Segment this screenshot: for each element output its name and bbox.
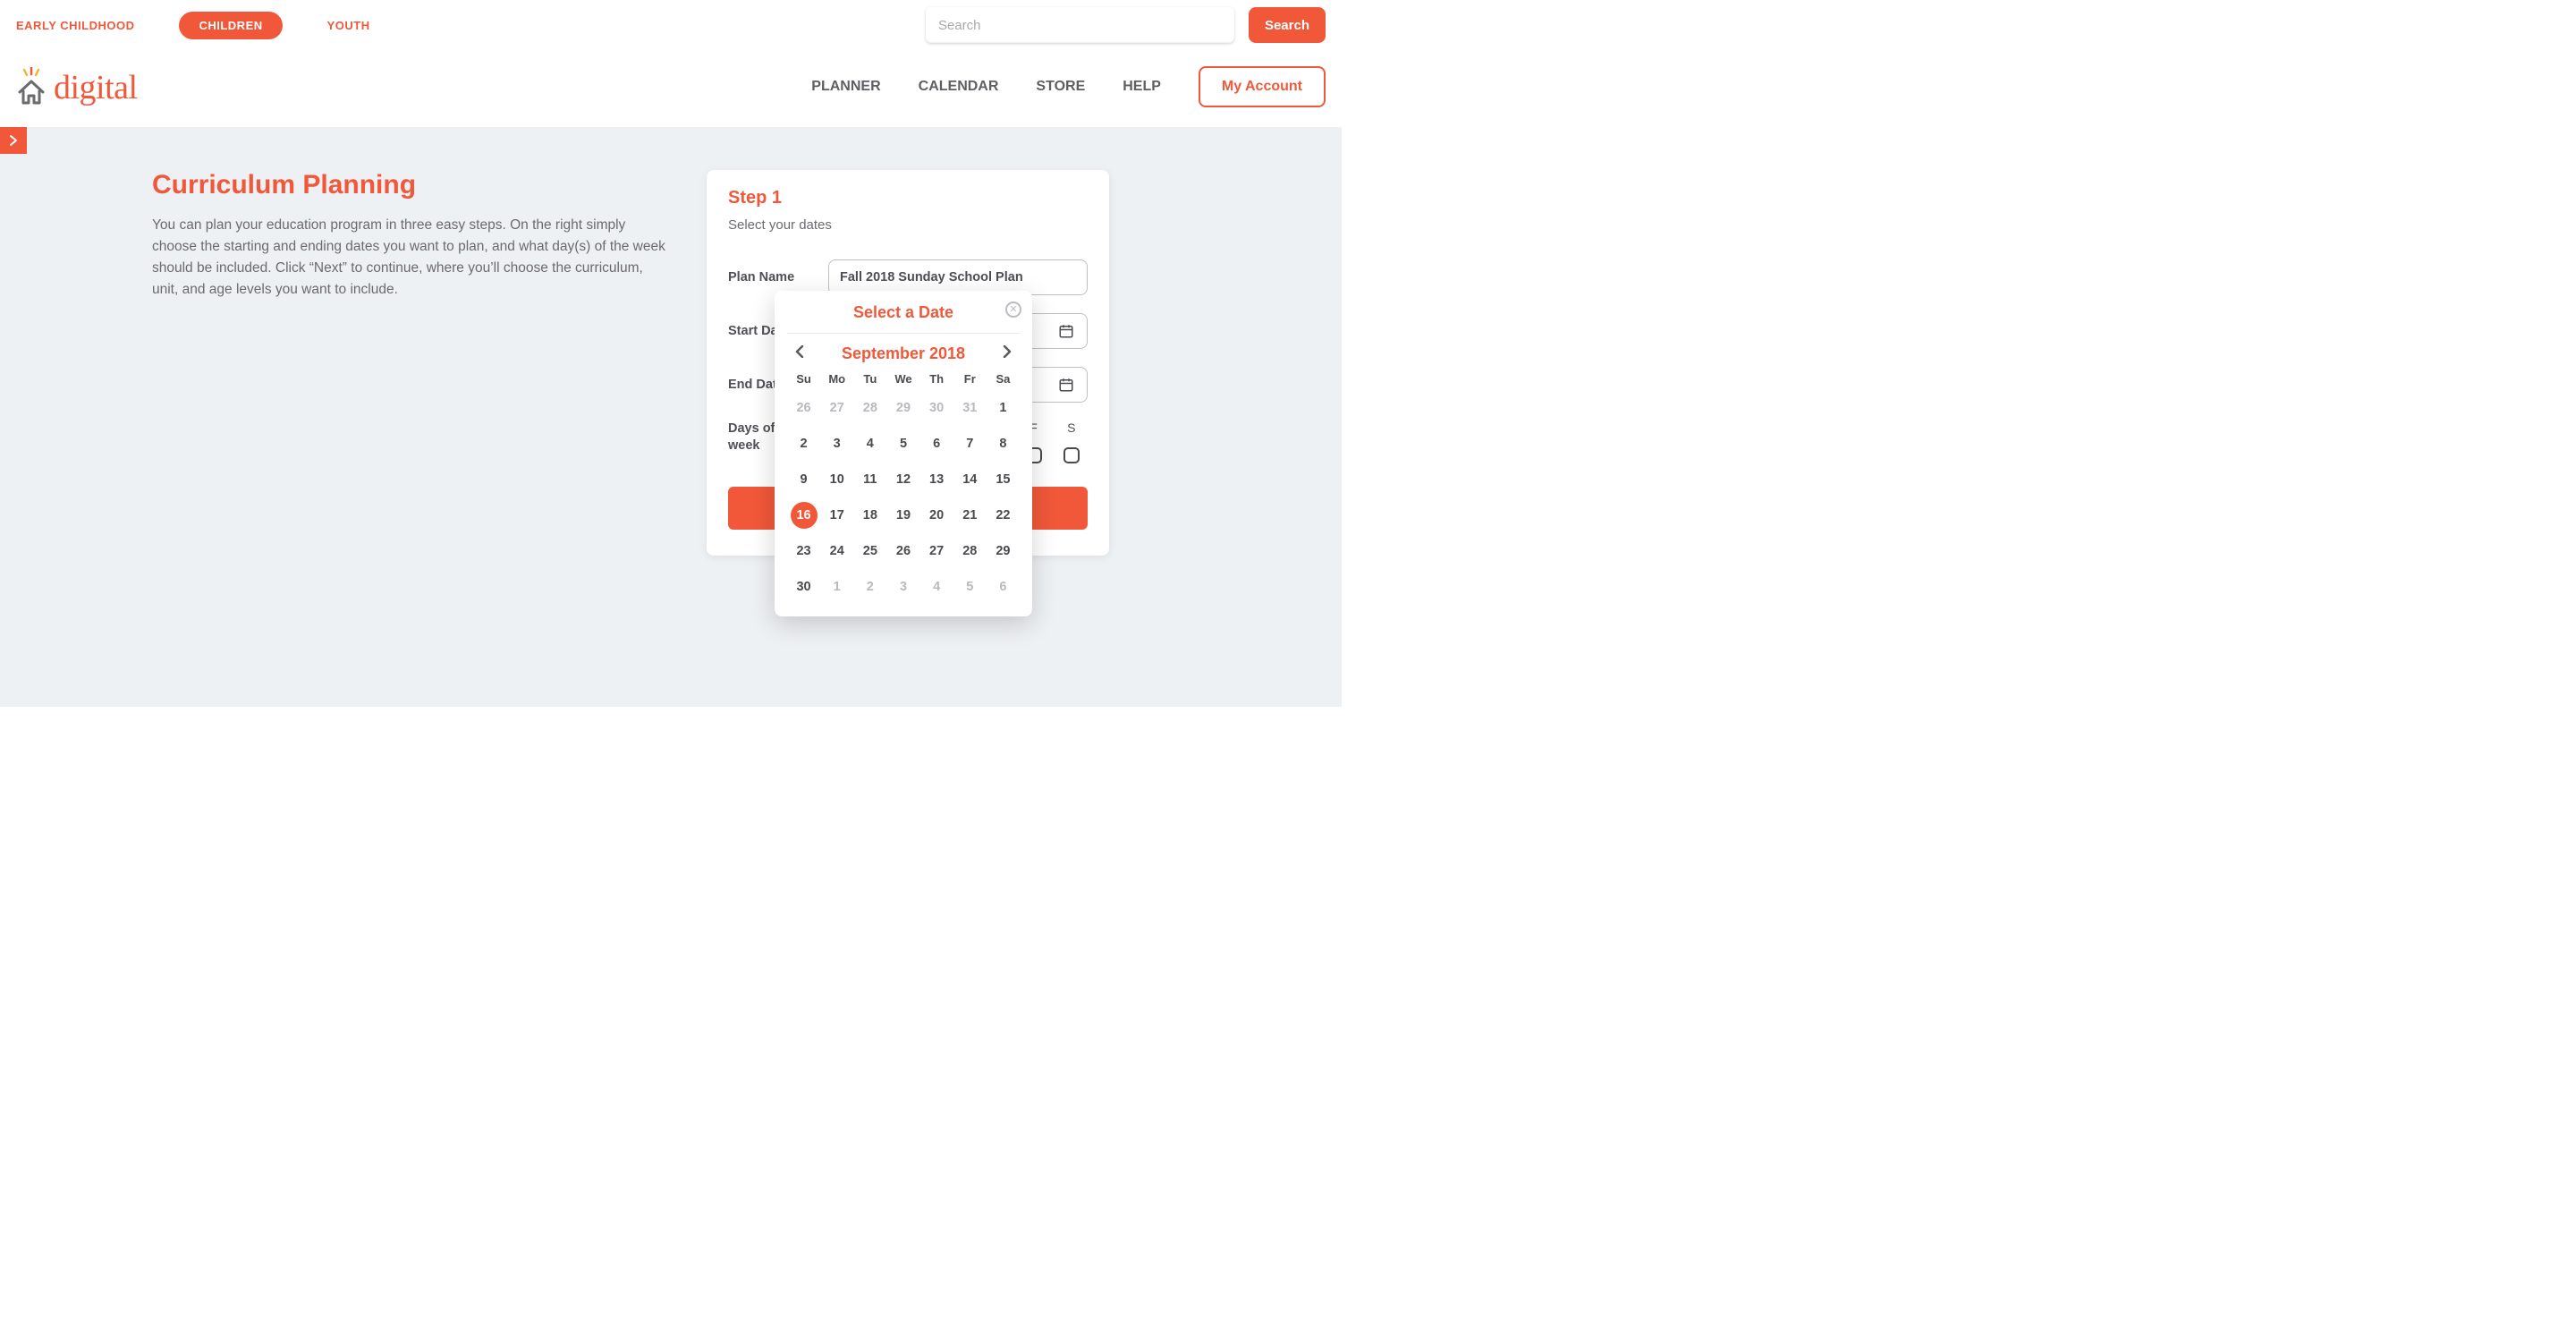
datepicker-month-label: September 2018	[842, 344, 965, 363]
main-nav-item[interactable]: HELP	[1123, 79, 1161, 95]
chevron-right-icon	[1003, 345, 1012, 358]
audience-tab[interactable]: CHILDREN	[179, 12, 282, 39]
page-title: Curriculum Planning	[152, 170, 671, 200]
search-input[interactable]	[926, 7, 1234, 43]
main-nav: digital PLANNER CALENDAR STORE HELP My Accou…	[0, 50, 1342, 127]
datepicker-popover: Select a Date ✕ September 2018 SuMoTuWeT…	[775, 291, 1032, 616]
close-icon: ✕	[1009, 305, 1017, 315]
datepicker-day[interactable]: 4	[857, 430, 884, 457]
main-nav-item[interactable]: CALENDAR	[919, 79, 999, 95]
drawer-toggle[interactable]	[0, 127, 27, 154]
datepicker-day[interactable]: 8	[989, 430, 1016, 457]
datepicker-day[interactable]: 25	[857, 538, 884, 565]
datepicker-day[interactable]: 3	[890, 573, 917, 600]
step-card: Step 1 Select your dates Plan Name Start…	[707, 170, 1109, 556]
datepicker-day[interactable]: 5	[890, 430, 917, 457]
step-subheading: Select your dates	[728, 217, 1088, 233]
audience-tab[interactable]: YOUTH	[327, 19, 370, 32]
datepicker-day[interactable]: 3	[824, 430, 851, 457]
chevron-left-icon	[795, 345, 804, 358]
datepicker-day[interactable]: 27	[824, 395, 851, 421]
datepicker-day[interactable]: 1	[824, 573, 851, 600]
datepicker-day[interactable]: 19	[890, 502, 917, 529]
calendar-icon	[1058, 323, 1074, 339]
calendar-icon	[1058, 377, 1074, 393]
datepicker-day[interactable]: 9	[791, 466, 818, 493]
datepicker-title: Select a Date	[853, 303, 953, 321]
plan-name-input[interactable]	[828, 259, 1088, 295]
datepicker-prev-month[interactable]	[791, 345, 809, 362]
datepicker-day[interactable]: 24	[824, 538, 851, 565]
main-nav-item[interactable]: STORE	[1036, 79, 1085, 95]
my-account-button[interactable]: My Account	[1199, 66, 1326, 107]
datepicker-day[interactable]: 18	[857, 502, 884, 529]
datepicker-weekday: Fr	[953, 372, 987, 386]
content-area: Curriculum Planning You can plan your ed…	[0, 127, 1342, 707]
datepicker-day[interactable]: 10	[824, 466, 851, 493]
datepicker-day[interactable]: 6	[989, 573, 1016, 600]
plan-name-label: Plan Name	[728, 270, 828, 285]
datepicker-day[interactable]: 15	[989, 466, 1016, 493]
datepicker-weekday: Sa	[987, 372, 1020, 386]
datepicker-day[interactable]: 17	[824, 502, 851, 529]
datepicker-day[interactable]: 12	[890, 466, 917, 493]
audience-tabs: EARLY CHILDHOOD CHILDREN YOUTH Search	[0, 0, 1342, 50]
datepicker-day[interactable]: 22	[989, 502, 1016, 529]
datepicker-day[interactable]: 29	[890, 395, 917, 421]
datepicker-weekday: Tu	[853, 372, 886, 386]
datepicker-day[interactable]: 30	[923, 395, 950, 421]
datepicker-grid: SuMoTuWeThFrSa26272829303112345678910111…	[787, 372, 1020, 600]
datepicker-day[interactable]: 26	[791, 395, 818, 421]
datepicker-day[interactable]: 2	[791, 430, 818, 457]
brand-name: digital	[54, 71, 138, 106]
datepicker-day[interactable]: 6	[923, 430, 950, 457]
datepicker-day[interactable]: 2	[857, 573, 884, 600]
datepicker-day[interactable]: 7	[956, 430, 983, 457]
brand-logo[interactable]: digital	[16, 67, 138, 106]
page-description: You can plan your education program in t…	[152, 215, 671, 301]
chevron-right-icon	[10, 135, 17, 146]
datepicker-weekday: Mo	[820, 372, 853, 386]
datepicker-day[interactable]: 31	[956, 395, 983, 421]
day-checkbox[interactable]	[1063, 447, 1080, 463]
datepicker-day[interactable]: 28	[857, 395, 884, 421]
search-button[interactable]: Search	[1249, 7, 1326, 43]
datepicker-day[interactable]: 1	[989, 395, 1016, 421]
day-header: S	[1055, 420, 1088, 435]
datepicker-day[interactable]: 11	[857, 466, 884, 493]
datepicker-day[interactable]: 14	[956, 466, 983, 493]
datepicker-day[interactable]: 4	[923, 573, 950, 600]
datepicker-day[interactable]: 29	[989, 538, 1016, 565]
datepicker-weekday: We	[886, 372, 919, 386]
datepicker-day[interactable]: 5	[956, 573, 983, 600]
datepicker-day[interactable]: 23	[791, 538, 818, 565]
audience-tab[interactable]: EARLY CHILDHOOD	[16, 19, 134, 32]
datepicker-day[interactable]: 26	[890, 538, 917, 565]
datepicker-day[interactable]: 16	[791, 502, 818, 529]
datepicker-day[interactable]: 27	[923, 538, 950, 565]
datepicker-close[interactable]: ✕	[1005, 302, 1021, 318]
datepicker-day[interactable]: 30	[791, 573, 818, 600]
datepicker-weekday: Th	[920, 372, 953, 386]
main-nav-item[interactable]: PLANNER	[811, 79, 880, 95]
datepicker-weekday: Su	[787, 372, 820, 386]
datepicker-next-month[interactable]	[998, 345, 1016, 362]
datepicker-day[interactable]: 28	[956, 538, 983, 565]
datepicker-day[interactable]: 21	[956, 502, 983, 529]
house-icon	[16, 67, 47, 106]
datepicker-day[interactable]: 13	[923, 466, 950, 493]
step-heading: Step 1	[728, 188, 1088, 208]
datepicker-day[interactable]: 20	[923, 502, 950, 529]
